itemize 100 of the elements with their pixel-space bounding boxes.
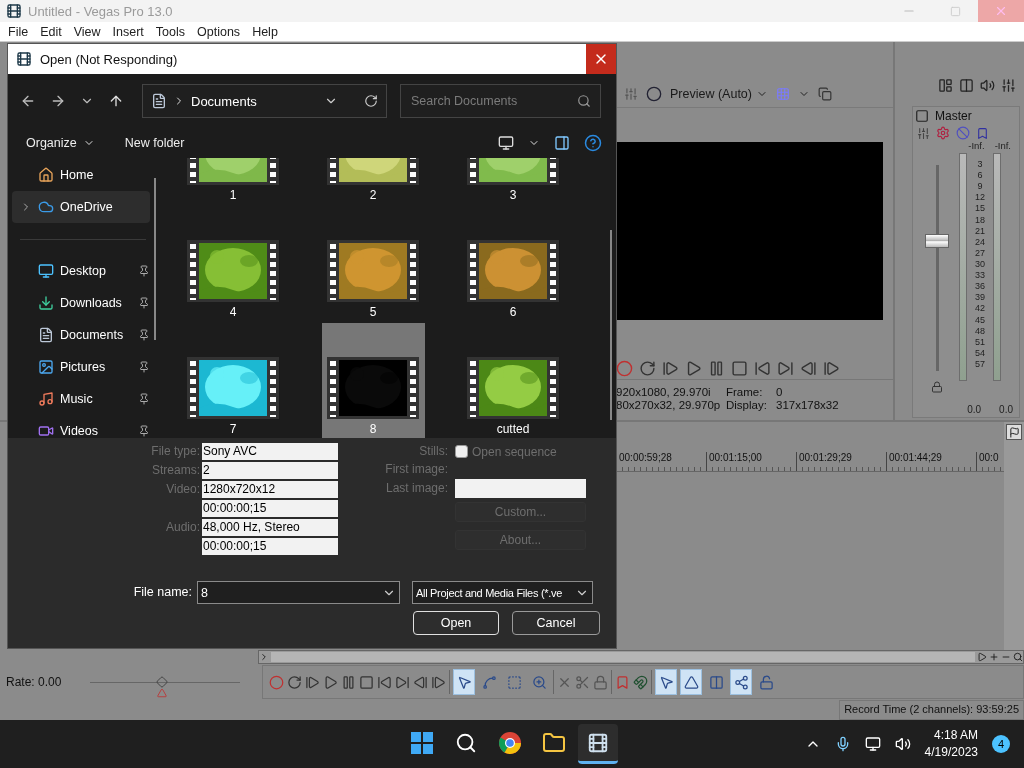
scale-label: 12	[975, 192, 985, 203]
tool-button[interactable]	[453, 669, 475, 695]
clock-date[interactable]: 4/19/2023	[924, 744, 978, 761]
file-tile[interactable]: 5	[321, 206, 425, 321]
marker-icon[interactable]	[976, 126, 989, 140]
last-image-field[interactable]	[455, 479, 586, 498]
file-tile[interactable]: 3	[461, 158, 565, 204]
scissors-icon[interactable]	[575, 674, 590, 690]
file-tile[interactable]: cutted	[461, 323, 565, 438]
forward-icon[interactable]	[50, 93, 66, 109]
file-tile[interactable]: 7	[181, 323, 285, 438]
file-tile[interactable]: 2	[321, 158, 425, 204]
fader-handle[interactable]	[924, 234, 949, 249]
square-icon[interactable]	[915, 109, 929, 123]
copy-icon[interactable]	[818, 86, 832, 101]
network-icon[interactable]	[864, 736, 881, 752]
view-icon[interactable]	[498, 135, 514, 151]
back-icon[interactable]	[20, 93, 36, 109]
loop-icon[interactable]	[287, 674, 302, 690]
mixer-icon[interactable]	[1001, 78, 1016, 93]
circle-icon[interactable]	[646, 85, 662, 102]
sliders-icon[interactable]	[917, 126, 930, 140]
skip-forward-icon[interactable]	[777, 359, 794, 377]
sidebar-item[interactable]: Music	[12, 383, 150, 415]
play-from-start-icon[interactable]	[305, 674, 320, 690]
scrollbar[interactable]	[610, 230, 612, 420]
file-tile[interactable]: 1	[181, 158, 285, 204]
new-folder-button[interactable]: New folder	[124, 136, 185, 150]
frame-label: Frame:	[726, 386, 764, 399]
marker-icon[interactable]	[615, 674, 630, 690]
menu-item[interactable]: File	[2, 24, 35, 39]
speaker-icon[interactable]	[894, 736, 911, 752]
stop-icon[interactable]	[359, 674, 374, 690]
panel-icon[interactable]	[938, 78, 953, 93]
skip-back-icon[interactable]	[754, 359, 771, 377]
play-icon[interactable]	[977, 652, 987, 662]
menu-item[interactable]: Help	[246, 24, 284, 39]
record-icon[interactable]	[616, 359, 633, 377]
play-icon[interactable]	[685, 359, 702, 377]
file-type-dropdown[interactable]: All Project and Media Files (*.ve	[412, 581, 593, 604]
menu-item[interactable]: Edit	[34, 24, 68, 39]
play-from-start-icon[interactable]	[662, 359, 679, 377]
file-tile[interactable]: 4	[181, 206, 285, 321]
gear-icon[interactable]	[936, 126, 950, 140]
step-forward-icon[interactable]	[431, 674, 446, 690]
sidebar-item[interactable]: Home	[12, 159, 150, 191]
toggle-button[interactable]	[680, 669, 702, 695]
loop-icon[interactable]	[639, 359, 656, 377]
rate-slider-handle[interactable]	[156, 675, 168, 698]
columns-icon	[708, 674, 724, 690]
sliders-icon[interactable]	[624, 86, 638, 101]
file-tile[interactable]: 6	[461, 206, 565, 321]
taskbar-app[interactable]	[578, 724, 618, 764]
toggle-button[interactable]	[730, 669, 752, 695]
preview-quality-dropdown[interactable]: Preview (Auto)	[670, 86, 768, 101]
search-field[interactable]: Search Documents	[400, 84, 601, 118]
sidebar-item[interactable]: Desktop	[12, 255, 150, 287]
menu-item[interactable]: View	[67, 24, 107, 39]
horizontal-scrollbar[interactable]	[258, 650, 1024, 664]
preview-pane-icon[interactable]	[554, 135, 570, 151]
toggle-button[interactable]	[655, 669, 677, 695]
ban-icon[interactable]	[956, 126, 970, 140]
vertical-scrollbar[interactable]	[1004, 422, 1024, 650]
menu-item[interactable]: Tools	[149, 24, 192, 39]
clock-time[interactable]: 4:18 AM	[933, 727, 978, 744]
file-name-field[interactable]: 8	[197, 581, 400, 604]
notification-badge[interactable]: 4	[992, 735, 1010, 753]
help-icon[interactable]	[584, 134, 602, 152]
menu-item[interactable]: Insert	[106, 24, 150, 39]
up-icon[interactable]	[108, 93, 124, 109]
sidebar-item[interactable]: Documents	[12, 319, 150, 351]
open-button[interactable]: Open	[413, 611, 499, 635]
sidebar-item[interactable]: OneDrive	[12, 191, 150, 223]
menu-item[interactable]: Options	[191, 24, 247, 39]
sidebar-item[interactable]: Videos	[12, 415, 150, 438]
columns-icon[interactable]	[959, 78, 974, 93]
lock-icon[interactable]	[931, 381, 943, 393]
skip-forward-icon[interactable]	[395, 674, 410, 690]
file-tile[interactable]: 8	[321, 323, 425, 438]
scrollbar[interactable]	[154, 178, 156, 340]
step-forward-icon[interactable]	[823, 359, 840, 377]
magnet-icon[interactable]	[633, 674, 648, 690]
pause-icon[interactable]	[708, 359, 725, 377]
skip-back-icon[interactable]	[377, 674, 392, 690]
zoom-in-icon[interactable]	[989, 652, 999, 662]
pin-icon	[138, 297, 150, 309]
step-back-icon[interactable]	[413, 674, 428, 690]
sidebar-item[interactable]: Pictures	[12, 351, 150, 383]
search-icon[interactable]	[1013, 652, 1023, 662]
cancel-button[interactable]: Cancel	[512, 611, 600, 635]
address-bar[interactable]: Documents	[142, 84, 387, 118]
play-icon[interactable]	[323, 674, 338, 690]
step-back-icon[interactable]	[800, 359, 817, 377]
organize-menu[interactable]: Organize	[26, 136, 95, 150]
sidebar-item[interactable]: Downloads	[12, 287, 150, 319]
stop-icon[interactable]	[731, 359, 748, 377]
refresh-icon[interactable]	[364, 94, 378, 108]
lock-icon[interactable]	[593, 674, 608, 690]
pause-icon[interactable]	[341, 674, 356, 690]
close-button[interactable]	[586, 44, 616, 74]
